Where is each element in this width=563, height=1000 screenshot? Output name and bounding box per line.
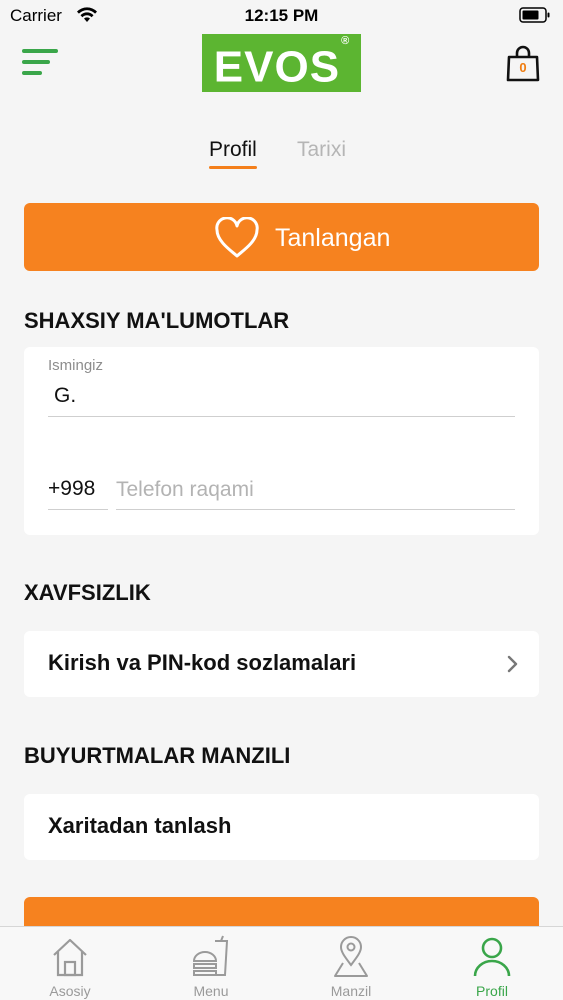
nav-item-menu[interactable]: Menu (141, 927, 281, 1000)
tab-tarixi[interactable]: Tarixi (297, 138, 346, 162)
home-icon (53, 938, 87, 977)
name-field-underline (48, 416, 515, 417)
clock: 12:15 PM (244, 6, 319, 25)
bottom-nav: Asosiy Menu Manzil Profil (0, 926, 563, 1000)
favorites-label: Tanlangan (275, 224, 391, 252)
nav-item-profil[interactable]: Profil (422, 927, 562, 1000)
nav-label-menu: Menu (193, 983, 229, 999)
name-field-label: Ismingiz (48, 357, 104, 374)
user-icon (473, 937, 511, 977)
profile-tabs: Profil Tarixi (0, 136, 563, 176)
evos-logo: EVOS® (202, 34, 361, 92)
nav-label-profil: Profil (476, 983, 508, 999)
shopping-bag-button[interactable]: 0 (505, 44, 541, 84)
phone-input-underline (116, 509, 515, 510)
name-field[interactable]: G. (54, 384, 76, 408)
phone-prefix[interactable]: +998 (48, 477, 95, 501)
battery-icon (519, 7, 551, 28)
nav-item-manzil[interactable]: Manzil (281, 927, 421, 1000)
pin-settings-item[interactable]: Kirish va PIN-kod sozlamalari (24, 631, 539, 697)
addresses-title: BUYURTMALAR MANZILI (24, 743, 291, 768)
nav-item-asosiy[interactable]: Asosiy (0, 927, 140, 1000)
logo-text: EVOS (213, 42, 341, 92)
phone-prefix-underline (48, 509, 108, 510)
burger-drink-icon (192, 935, 229, 976)
tab-profil[interactable]: Profil (209, 138, 257, 169)
nav-label-asosiy: Asosiy (49, 983, 91, 999)
favorites-button[interactable]: Tanlangan (24, 203, 539, 271)
heart-icon (215, 217, 259, 258)
pin-settings-label: Kirish va PIN-kod sozlamalari (48, 650, 357, 675)
cart-count-badge: 0 (519, 60, 527, 75)
choose-on-map-label: Xaritadan tanlash (48, 813, 232, 838)
personal-info-title: SHAXSIY MA'LUMOTLAR (24, 308, 290, 333)
chevron-right-icon (507, 655, 518, 673)
security-title: XAVFSIZLIK (24, 580, 151, 605)
tab-tarixi-label: Tarixi (297, 138, 347, 161)
map-pin-icon (334, 936, 368, 977)
nav-label-manzil: Manzil (330, 983, 372, 999)
choose-on-map-item[interactable]: Xaritadan tanlash (24, 794, 539, 860)
phone-input[interactable] (116, 473, 515, 507)
tab-profil-label: Profil (209, 138, 257, 161)
registered-mark: ® (341, 35, 351, 47)
app-header: EVOS® 0 (0, 32, 563, 94)
active-tab-indicator (209, 166, 257, 169)
hamburger-menu-icon[interactable] (20, 46, 60, 80)
personal-info-card: Ismingiz G. +998 (24, 347, 539, 535)
status-bar: Carrier 12:15 PM (0, 0, 563, 32)
